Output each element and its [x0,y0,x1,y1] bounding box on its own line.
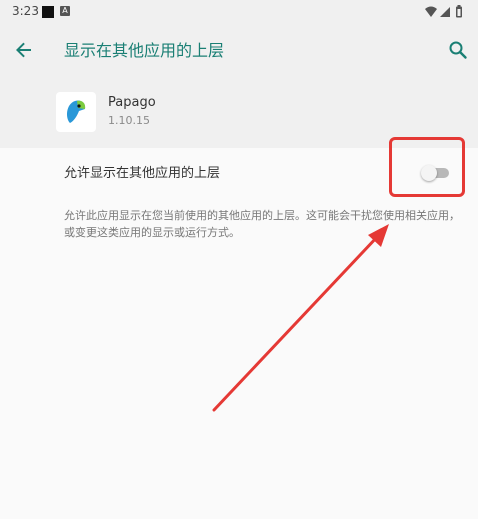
app-name: Papago [108,95,156,110]
app-version: 1.10.15 [108,114,150,127]
overlay-permission-label: 允许显示在其他应用的上层 [64,166,221,181]
arrow-left-icon[interactable] [12,38,36,62]
status-time: 3:23 [12,4,39,18]
signal-icon [440,7,450,17]
annotation-highlight-box [389,137,465,197]
search-icon[interactable] [446,38,470,62]
page-title: 显示在其他应用的上层 [64,41,225,60]
status-bar: 3:23 A [0,0,478,24]
overlay-permission-description: 允许此应用显示在您当前使用的其他应用的上层。这可能会干扰您使用相关应用，或变更这… [64,209,460,239]
wifi-icon [425,6,437,17]
papago-app-icon [56,92,96,132]
notification-a-icon: A [60,6,70,16]
status-icons [424,5,468,19]
battery-icon [456,5,462,18]
app-bar: 显示在其他应用的上层 [0,24,478,80]
notification-icon [42,6,54,18]
